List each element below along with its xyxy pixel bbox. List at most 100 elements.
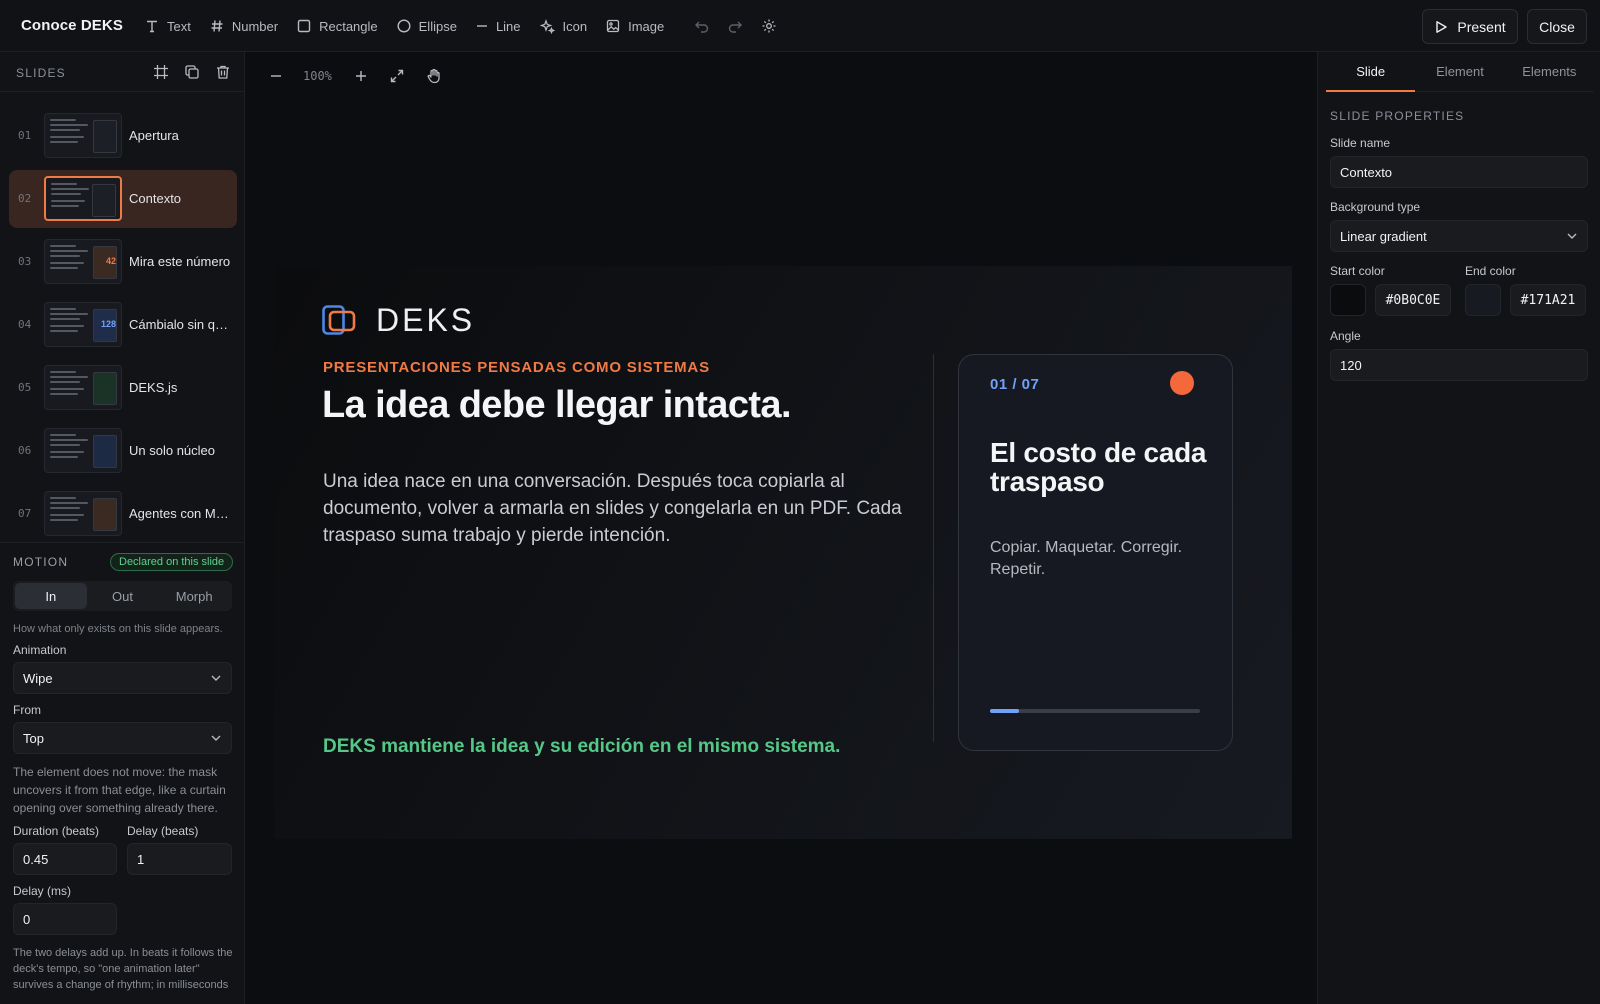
thumbnail-line: [50, 325, 84, 327]
motion-tab-morph[interactable]: Morph: [158, 583, 230, 609]
ellipse-icon: [397, 19, 411, 33]
slide-thumbnail: [44, 365, 122, 410]
motion-tab-in[interactable]: In: [15, 583, 87, 609]
editor-canvas[interactable]: 100% DEKS PRESENTACIONES PENSADAS COMO S…: [245, 52, 1317, 1004]
tool-text-label: Text: [167, 18, 191, 34]
bg-type-label: Background type: [1330, 200, 1421, 214]
motion-tab-out[interactable]: Out: [87, 583, 159, 609]
insert-toolbar: Text Number Rectangle Ellipse Line Icon …: [145, 0, 683, 52]
tab-slide[interactable]: Slide: [1326, 52, 1416, 92]
angle-input[interactable]: [1330, 349, 1588, 381]
from-label: From: [13, 703, 41, 717]
end-color-swatch[interactable]: [1465, 284, 1501, 316]
motion-tabs: In Out Morph: [13, 581, 232, 611]
thumbnail-number: 42: [105, 256, 116, 266]
text-icon: [145, 19, 159, 33]
slide-title: Apertura: [129, 128, 179, 143]
slide-name-label: Slide name: [1330, 136, 1391, 150]
tool-text[interactable]: Text: [145, 19, 191, 34]
delay-ms-input[interactable]: [13, 903, 117, 935]
redo-button[interactable]: [727, 18, 743, 34]
tool-icon[interactable]: Icon: [539, 19, 587, 34]
slide-item[interactable]: 02 Contexto: [9, 170, 237, 228]
thumbnail-line: [50, 330, 78, 332]
tab-elements[interactable]: Elements: [1505, 52, 1594, 91]
thumbnail-line: [50, 136, 84, 138]
slide-item[interactable]: 05 DEKS.js: [9, 359, 237, 417]
slide-item[interactable]: 07 Agentes con MCP: [9, 485, 237, 543]
slide-item[interactable]: 04 128 Cámbialo sin quitar el ritmo: [9, 296, 237, 354]
thumbnail-line: [51, 205, 79, 207]
duration-input[interactable]: [13, 843, 117, 875]
frame-icon[interactable]: [153, 64, 169, 80]
tool-number[interactable]: Number: [210, 19, 278, 34]
start-color-swatch[interactable]: [1330, 284, 1366, 316]
close-button[interactable]: Close: [1527, 9, 1587, 44]
thumbnail-line: [50, 124, 88, 126]
undo-button[interactable]: [694, 18, 710, 34]
tool-image-label: Image: [628, 18, 665, 34]
tool-image[interactable]: Image: [606, 19, 664, 34]
duplicate-icon[interactable]: [184, 64, 200, 80]
thumbnail-line: [50, 439, 88, 441]
angle-label: Angle: [1330, 329, 1361, 343]
slide-item[interactable]: 03 42 Mira este número: [9, 233, 237, 291]
end-color-hex[interactable]: #171A21: [1510, 284, 1586, 316]
thumbnail-line: [51, 188, 89, 190]
card-dot: [1170, 371, 1194, 395]
thumbnail-line: [50, 519, 78, 521]
slides-sidebar: SLIDES 01 Apertura 02 Contexto 03 42 Mira este…: [0, 52, 245, 1004]
slide-title: Cámbialo sin quitar el ritmo: [129, 317, 233, 332]
settings-button[interactable]: [761, 18, 777, 34]
hand-icon[interactable]: [426, 68, 442, 84]
hash-icon: [210, 19, 224, 33]
tab-element[interactable]: Element: [1415, 52, 1504, 91]
zoom-in-icon[interactable]: [354, 69, 368, 83]
slide-thumbnail: 42: [44, 239, 122, 284]
thumbnail-line: [50, 141, 78, 143]
start-color-hex[interactable]: #0B0C0E: [1375, 284, 1451, 316]
properties-tabs: Slide Element Elements: [1326, 52, 1594, 92]
thumbnail-line: [50, 376, 88, 378]
thumbnail-line: [50, 393, 78, 395]
animation-select[interactable]: Wipe: [13, 662, 232, 694]
slide-number: 04: [18, 318, 32, 331]
zoom-out-icon[interactable]: [269, 69, 283, 83]
slide-number: 06: [18, 444, 32, 457]
thumbnail-line: [50, 456, 78, 458]
play-icon: [1434, 20, 1448, 34]
slide-item[interactable]: 06 Un solo núcleo: [9, 422, 237, 480]
thumbnail-line: [50, 308, 76, 310]
tool-rectangle[interactable]: Rectangle: [297, 19, 378, 34]
animation-label: Animation: [13, 643, 67, 657]
top-bar: Conoce DEKS Text Number Rectangle Ellips…: [0, 0, 1600, 52]
duration-label: Duration (beats): [13, 824, 100, 838]
thumbnail-card: [93, 120, 117, 153]
slide-number: 07: [18, 507, 32, 520]
delay-beats-input[interactable]: [127, 843, 232, 875]
tool-rectangle-label: Rectangle: [319, 18, 378, 34]
delay-beats-label: Delay (beats): [127, 824, 199, 838]
thumbnail-line: [50, 514, 84, 516]
fit-icon[interactable]: [390, 69, 404, 83]
end-color-label: End color: [1465, 264, 1516, 278]
properties-panel: Slide Element Elements SLIDE PROPERTIES …: [1317, 52, 1600, 1004]
from-select[interactable]: Top: [13, 722, 232, 754]
slide-thumbnail: [44, 176, 122, 221]
trash-icon[interactable]: [215, 64, 231, 80]
card-subtitle: Copiar. Maquetar. Corregir. Repetir.: [990, 539, 1183, 578]
tool-ellipse-label: Ellipse: [418, 18, 457, 34]
tool-ellipse[interactable]: Ellipse: [397, 19, 457, 34]
slide-thumbnail: [44, 428, 122, 473]
bg-type-select[interactable]: Linear gradient: [1330, 220, 1588, 252]
slide-name-input[interactable]: [1330, 156, 1588, 188]
slide-eyebrow: PRESENTACIONES PENSADAS COMO SISTEMAS: [323, 359, 710, 376]
present-button[interactable]: Present: [1422, 9, 1518, 44]
tool-line[interactable]: Line: [476, 19, 521, 34]
slide-preview[interactable]: DEKS PRESENTACIONES PENSADAS COMO SISTEM…: [274, 266, 1292, 839]
slide-item[interactable]: 01 Apertura: [9, 107, 237, 165]
card-progress: [990, 709, 1200, 713]
tool-number-label: Number: [231, 18, 279, 34]
image-icon: [606, 19, 620, 33]
slide-bottom-line: DEKS mantiene la idea y su edición en el…: [323, 736, 841, 757]
